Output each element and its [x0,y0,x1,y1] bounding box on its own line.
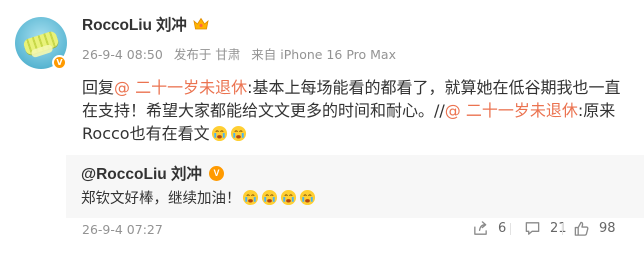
crying-emoji-icon [230,125,246,142]
crying-emoji-icon [211,125,227,142]
quoted-author: @RoccoLiu 刘冲 V [81,162,225,184]
quoted-text-content: 郑钦文好棒，继续加油！ [81,191,241,207]
post-meta: 26-9-4 08:50 发布于 甘肃 来自 iPhone 16 Pro Max [82,44,396,63]
divider [562,223,563,235]
share-count: 6 [498,221,507,236]
crying-emoji-icon [280,189,296,206]
crying-emoji-icon [299,189,315,206]
quoted-time[interactable]: 26-9-4 07:27 [82,222,163,238]
post-time[interactable]: 26-9-4 08:50 [82,47,163,62]
mention-link[interactable]: @ 二十一岁未退休 [114,78,247,97]
comment-button[interactable]: 21 [524,220,567,237]
post-location: 发布于 甘肃 [173,47,241,62]
quoted-post[interactable]: @RoccoLiu 刘冲 V 郑钦文好棒，继续加油！ [66,155,644,218]
quoted-author-name[interactable]: @RoccoLiu 刘冲 [81,162,202,184]
post-content: 回复@ 二十一岁未退休:基本上每场能看的都看了，就算她在低谷期我也一直在支持！希… [82,76,622,145]
crying-emoji-icon [242,189,258,206]
comment-count: 21 [550,221,567,236]
like-icon [574,221,589,236]
crying-emoji-icon [261,189,277,206]
crown-icon[interactable] [193,17,209,31]
divider [510,223,511,235]
quoted-text: 郑钦文好棒，继续加油！ [81,189,317,209]
mention-link[interactable]: @ 二十一岁未退休 [445,101,578,120]
post-device: 来自 iPhone 16 Pro Max [251,47,396,62]
share-button[interactable]: 6 [472,220,506,237]
post-footer: 26-9-4 07:27 6 21 98 [82,220,644,252]
like-button[interactable]: 98 [573,220,616,237]
comment-icon [525,222,540,235]
reply-prefix: 回复 [82,78,115,97]
author-name[interactable]: RoccoLiu 刘冲 [82,13,187,35]
author-row: RoccoLiu 刘冲 [82,13,209,35]
verified-icon: V [52,55,67,70]
share-icon [474,221,487,235]
like-count: 98 [599,221,616,236]
verified-icon: V [209,165,225,181]
